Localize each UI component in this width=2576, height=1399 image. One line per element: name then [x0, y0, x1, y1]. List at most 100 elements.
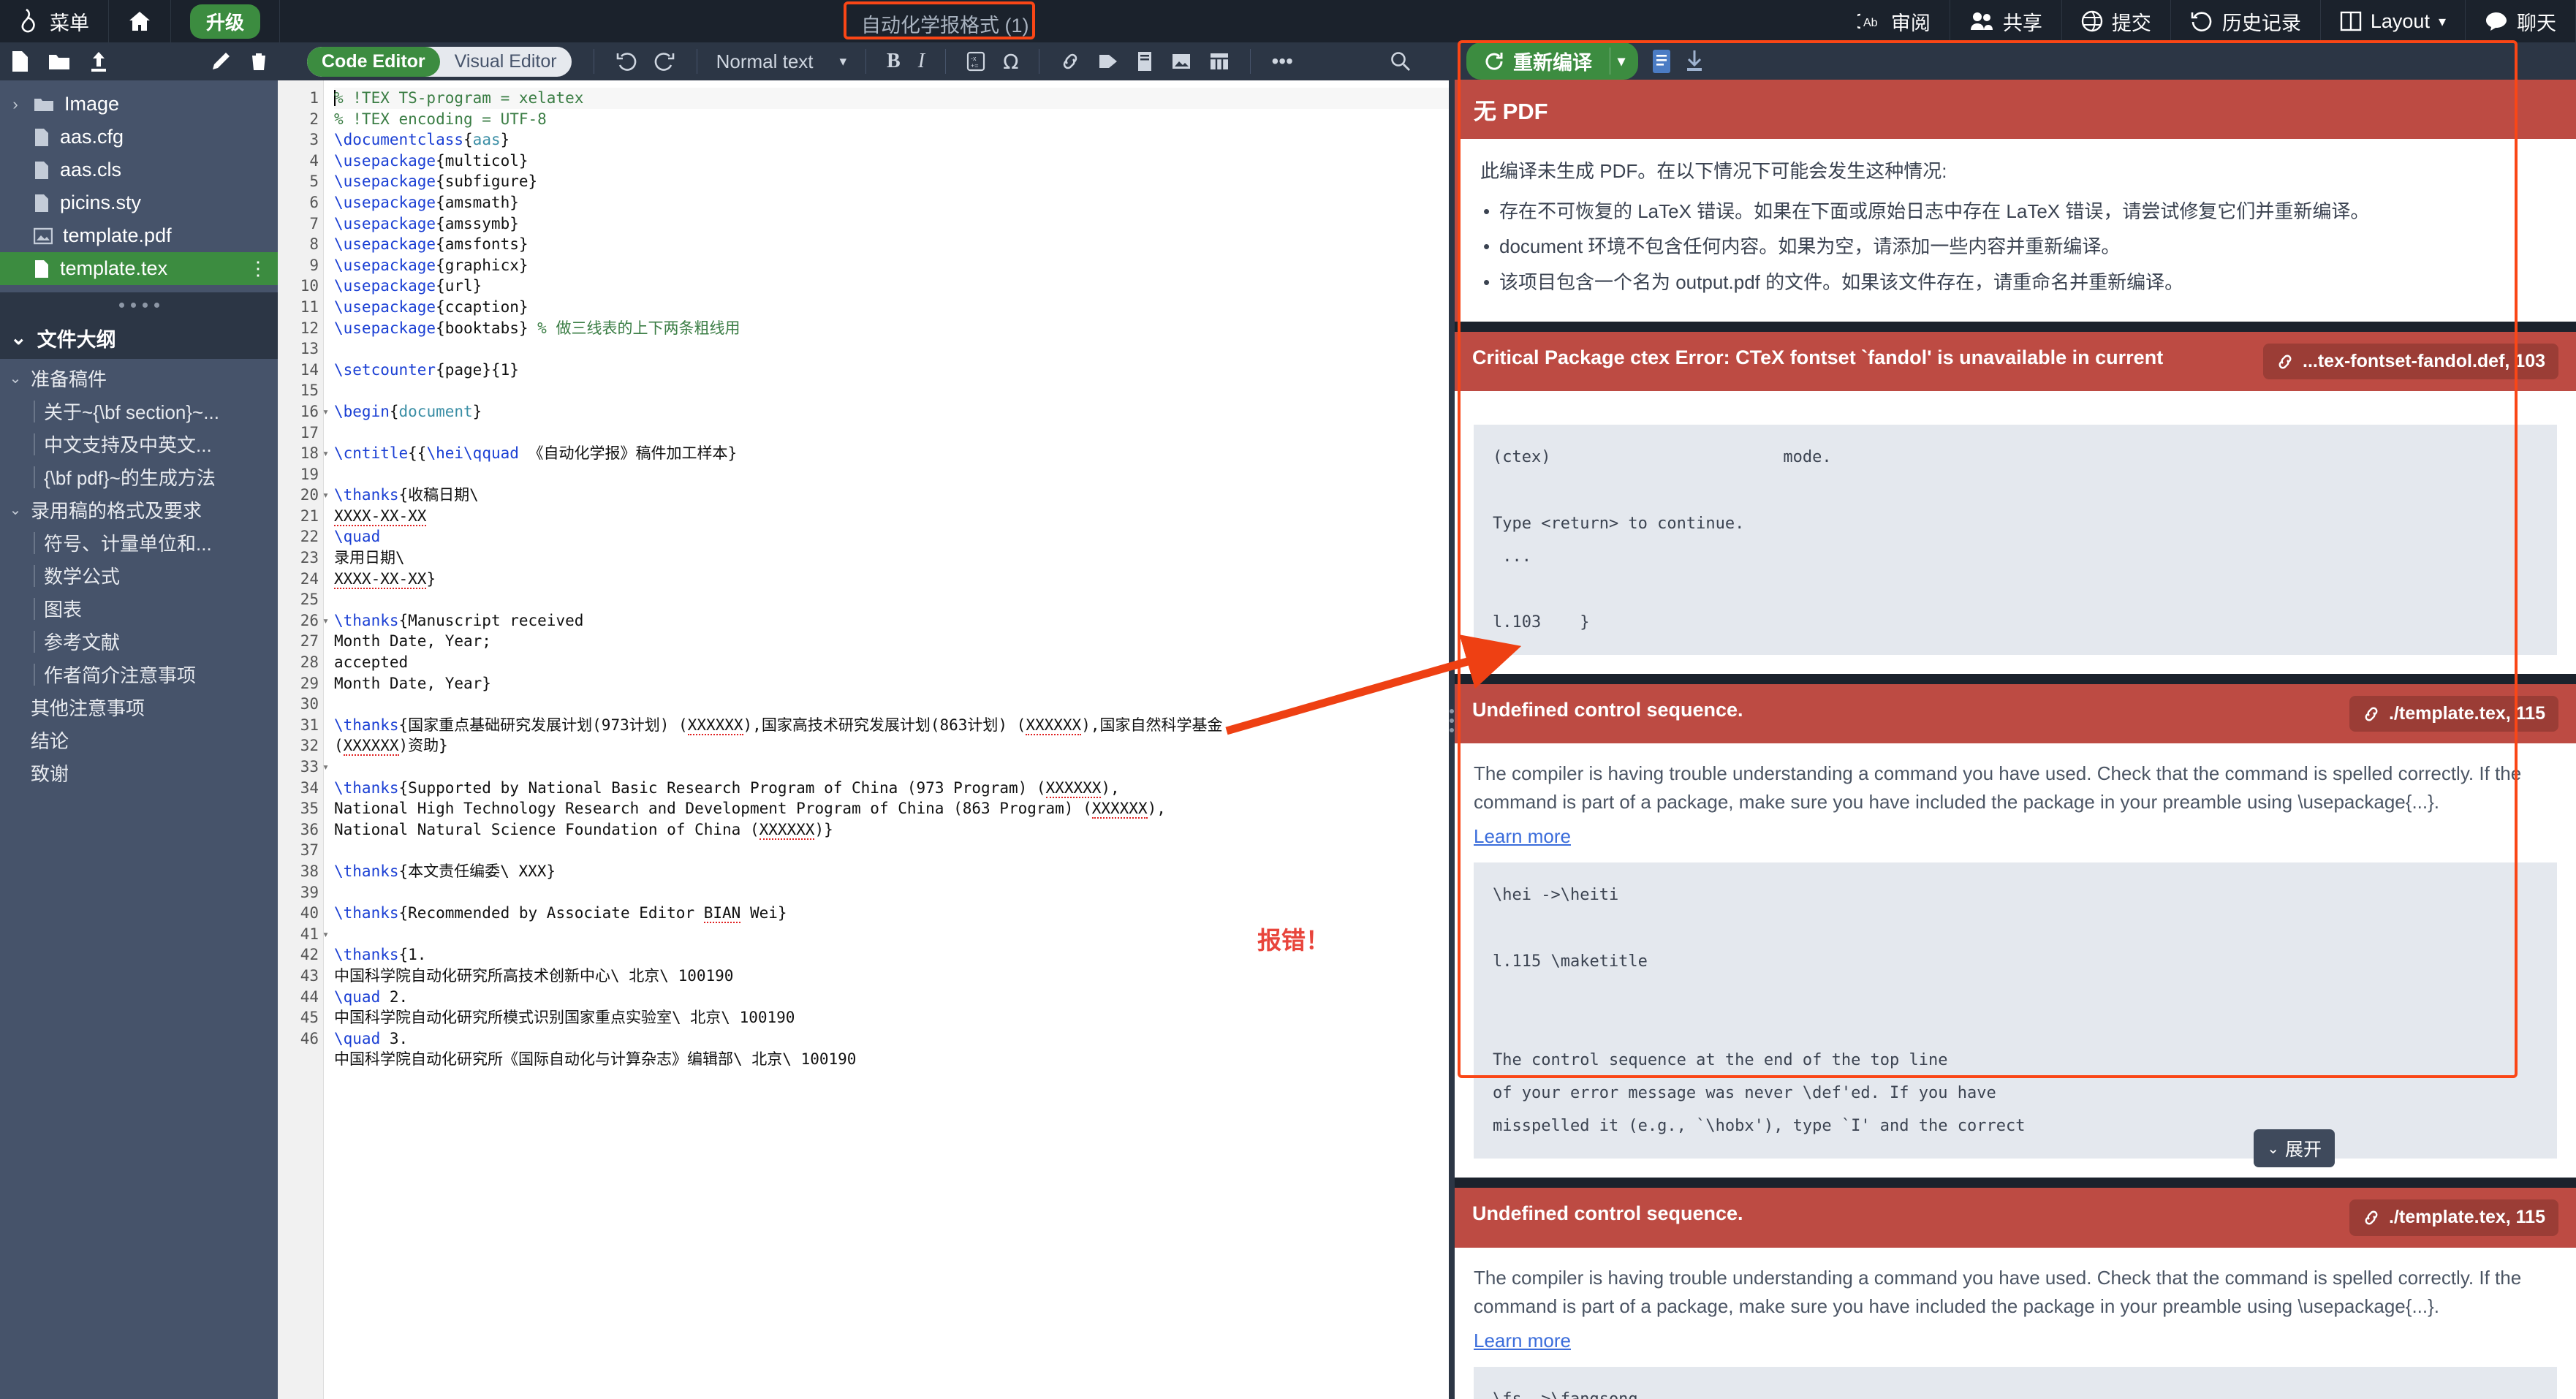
- code-line[interactable]: [334, 589, 1449, 610]
- link-icon[interactable]: [1051, 52, 1089, 71]
- home-button[interactable]: [109, 0, 171, 42]
- code-line[interactable]: XXXX-XX-XX: [334, 506, 1449, 527]
- code-line[interactable]: % !TEX TS-program = xelatex: [334, 88, 1449, 109]
- symbol-omega-button[interactable]: Ω: [994, 50, 1027, 74]
- file-row-picins-sty[interactable]: picins.sty: [0, 186, 278, 219]
- file-row-aas-cfg[interactable]: aas.cfg: [0, 121, 278, 153]
- code-line[interactable]: \thanks{Supported by National Basic Rese…: [334, 778, 1449, 799]
- code-line[interactable]: [334, 422, 1449, 444]
- code-line[interactable]: \thanks{Manuscript received: [334, 610, 1449, 632]
- file-row-template-tex[interactable]: template.tex ⋮: [0, 252, 278, 285]
- bold-button[interactable]: B: [878, 50, 909, 73]
- tab-code-editor[interactable]: Code Editor: [307, 46, 440, 77]
- outline-item[interactable]: 数学公式: [0, 559, 278, 592]
- code-line[interactable]: \cntitle{{\hei\qquad 《自动化学报》稿件加工样本}: [334, 443, 1449, 464]
- code-line[interactable]: % !TEX encoding = UTF-8: [334, 109, 1449, 130]
- download-icon[interactable]: [1685, 50, 1704, 73]
- code-line[interactable]: [334, 338, 1449, 360]
- logs-file-icon[interactable]: [1651, 49, 1672, 74]
- review-button[interactable]: Ab 审阅: [1838, 0, 1950, 42]
- code-line[interactable]: (XXXXXX)资助}: [334, 735, 1449, 757]
- code-line[interactable]: \documentclass{aas}: [334, 129, 1449, 151]
- code-line[interactable]: Month Date, Year;: [334, 631, 1449, 652]
- code-line[interactable]: [334, 464, 1449, 485]
- delete-trash-icon[interactable]: [250, 51, 268, 72]
- error-card[interactable]: Undefined control sequence. ./template.t…: [1455, 1188, 2576, 1399]
- image-icon[interactable]: [1162, 52, 1200, 71]
- new-folder-icon[interactable]: [48, 52, 70, 71]
- redo-icon[interactable]: [645, 52, 685, 71]
- submit-button[interactable]: 提交: [2062, 0, 2171, 42]
- error-file-pill[interactable]: ./template.tex, 115: [2349, 1199, 2558, 1236]
- code-line[interactable]: \usepackage{url}: [334, 276, 1449, 297]
- file-row-aas-cls[interactable]: aas.cls: [0, 153, 278, 186]
- expand-log-button[interactable]: ⌄ 展开: [2254, 1129, 2335, 1168]
- outline-item[interactable]: 其他注意事项: [0, 691, 278, 724]
- code-line[interactable]: \thanks{收稿日期\: [334, 485, 1449, 506]
- outline-item[interactable]: 中文支持及中英文...: [0, 428, 278, 460]
- code-line[interactable]: XXXX-XX-XX}: [334, 569, 1449, 590]
- error-card[interactable]: Critical Package ctex Error: CTeX fontse…: [1455, 331, 2576, 674]
- code-line[interactable]: \thanks{国家重点基础研究发展计划(973计划) (XXXXXX),国家高…: [334, 715, 1449, 736]
- learn-more-link[interactable]: Learn more: [1474, 1330, 1571, 1352]
- code-line[interactable]: \thanks{本文责任编委\ XXX}: [334, 861, 1449, 882]
- editor-mode-toggle[interactable]: Code Editor Visual Editor: [307, 46, 572, 77]
- chat-button[interactable]: 聊天: [2466, 0, 2576, 42]
- outline-item[interactable]: 符号、计量单位和...: [0, 526, 278, 559]
- code-line[interactable]: 中国科学院自动化研究所模式识别国家重点实验室\ 北京\ 100190: [334, 1007, 1449, 1028]
- tag-icon[interactable]: [1089, 52, 1127, 71]
- recompile-options-caret[interactable]: ▾: [1610, 48, 1638, 75]
- code-line[interactable]: Month Date, Year}: [334, 673, 1449, 694]
- code-line[interactable]: \quad 3.: [334, 1028, 1449, 1050]
- outline-item[interactable]: ⌄ 录用稿的格式及要求: [0, 493, 278, 526]
- code-line[interactable]: \quad: [334, 526, 1449, 547]
- recompile-button[interactable]: 重新编译 ▾: [1466, 42, 1639, 80]
- file-row-template-pdf[interactable]: template.pdf: [0, 219, 278, 252]
- compile-logs[interactable]: 无 PDF 此编译未生成 PDF。在以下情况下可能会发生这种情况: 存在不可恢复…: [1455, 80, 2576, 1399]
- table-icon[interactable]: [1200, 52, 1238, 71]
- code-line[interactable]: \usepackage{ccaption}: [334, 297, 1449, 318]
- text-style-select[interactable]: Normal text ▾: [709, 50, 854, 73]
- menu-button[interactable]: 菜单: [0, 0, 109, 42]
- code-line[interactable]: accepted: [334, 652, 1449, 673]
- learn-more-link[interactable]: Learn more: [1474, 825, 1571, 848]
- chevron-right-icon[interactable]: ›: [7, 95, 23, 114]
- code-line[interactable]: National Natural Science Foundation of C…: [334, 819, 1449, 841]
- undo-icon[interactable]: [606, 52, 645, 71]
- project-title[interactable]: 自动化学报格式 (1): [846, 2, 1044, 45]
- code-line[interactable]: 中国科学院自动化研究所高技术创新中心\ 北京\ 100190: [334, 966, 1449, 987]
- error-card[interactable]: Undefined control sequence. ./template.t…: [1455, 683, 2576, 1178]
- code-line[interactable]: [334, 380, 1449, 401]
- code-line[interactable]: \usepackage{graphicx}: [334, 255, 1449, 276]
- code-line[interactable]: [334, 694, 1449, 715]
- code-line[interactable]: \usepackage{subfigure}: [334, 171, 1449, 192]
- error-file-pill[interactable]: ...tex-fontset-fandol.def, 103: [2263, 343, 2558, 380]
- outline-item[interactable]: ⌄ 准备稿件: [0, 362, 278, 395]
- math-icon[interactable]: -x +=: [958, 51, 994, 72]
- rename-pencil-icon[interactable]: [211, 51, 231, 72]
- code-line[interactable]: \quad 2.: [334, 987, 1449, 1008]
- code-line[interactable]: 录用日期\: [334, 547, 1449, 569]
- outline-item[interactable]: {\bf pdf}~的生成方法: [0, 460, 278, 493]
- code-line[interactable]: National High Technology Research and De…: [334, 798, 1449, 819]
- file-menu-icon[interactable]: ⋮: [249, 257, 268, 280]
- code-line[interactable]: \usepackage{amssymb}: [334, 213, 1449, 235]
- outline-item[interactable]: 关于~{\bf section}~...: [0, 395, 278, 428]
- chevron-down-icon[interactable]: ⌄: [7, 501, 23, 519]
- new-file-icon[interactable]: [10, 50, 29, 72]
- layout-button[interactable]: Layout ▾: [2321, 0, 2466, 42]
- cite-icon[interactable]: [1127, 51, 1162, 72]
- chevron-down-icon[interactable]: ⌄: [7, 369, 23, 387]
- outline-item[interactable]: 参考文献: [0, 625, 278, 658]
- outline-item[interactable]: 图表: [0, 592, 278, 625]
- panel-resize-divider[interactable]: [1449, 42, 1455, 1399]
- error-file-pill[interactable]: ./template.tex, 115: [2349, 695, 2558, 732]
- tab-visual-editor[interactable]: Visual Editor: [440, 47, 572, 77]
- code-line[interactable]: [334, 840, 1449, 861]
- code-line[interactable]: \usepackage{amsfonts}: [334, 234, 1449, 255]
- outline-item[interactable]: 作者简介注意事项: [0, 658, 278, 691]
- file-outline-header[interactable]: ⌄ 文件大纲: [0, 317, 278, 359]
- search-icon[interactable]: [1382, 51, 1420, 72]
- code-line[interactable]: \usepackage{amsmath}: [334, 192, 1449, 213]
- code-editor[interactable]: 1 2 3 4 5 6 7 8 9 10 11 12 13 14 15 16 ▾ 17 18 ▾ 19 20 ▾ 21 22 23…: [278, 80, 1449, 1399]
